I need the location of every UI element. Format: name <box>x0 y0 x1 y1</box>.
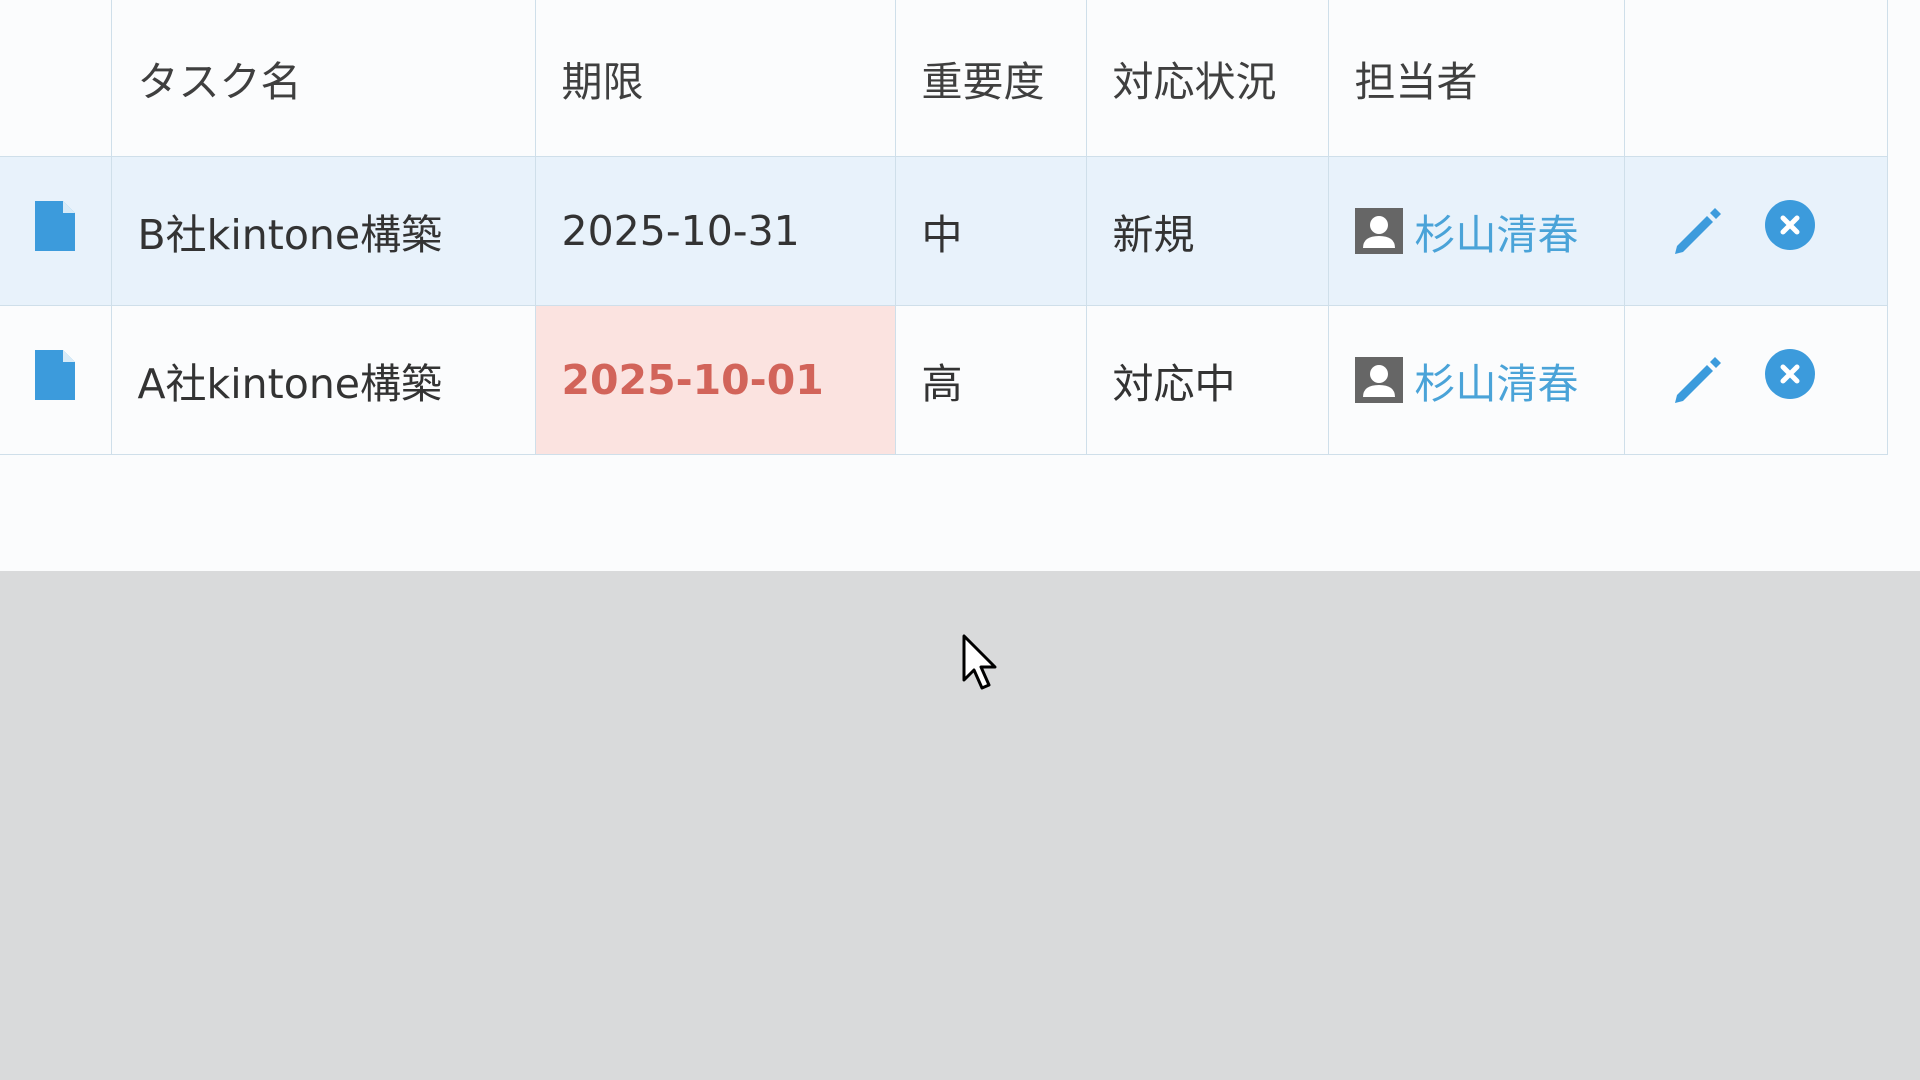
cell-assignee: 杉山清春 <box>1327 305 1625 455</box>
cell-status: 新規 <box>1085 156 1329 306</box>
pencil-icon <box>1674 357 1721 403</box>
cell-deadline: 2025-10-31 <box>534 156 896 306</box>
record-detail-link[interactable] <box>0 305 112 455</box>
header-assignee[interactable]: 担当者 <box>1327 0 1625 157</box>
header-actions-column <box>1623 0 1888 157</box>
delete-button[interactable] <box>1764 200 1815 250</box>
user-avatar-icon <box>1354 357 1403 403</box>
cell-status: 対応中 <box>1085 305 1329 455</box>
close-circle-icon <box>1780 215 1799 235</box>
pencil-icon <box>1674 208 1721 254</box>
deadline-value: 2025-10-01 <box>561 356 824 404</box>
document-icon[interactable] <box>35 201 76 251</box>
header-status[interactable]: 対応状況 <box>1085 0 1329 157</box>
header-deadline[interactable]: 期限 <box>534 0 896 157</box>
cell-importance: 中 <box>894 156 1087 306</box>
record-list-panel: タスク名 期限 重要度 対応状況 担当者 B社kintone構築 2025-10… <box>0 0 1920 571</box>
assignee-link[interactable]: 杉山清春 <box>1415 201 1579 261</box>
close-circle-icon <box>1780 364 1799 384</box>
deadline-value: 2025-10-31 <box>561 207 800 255</box>
cell-actions <box>1623 305 1888 455</box>
user-avatar-icon <box>1354 208 1403 254</box>
cell-task-name: A社kintone構築 <box>110 305 536 455</box>
table-row[interactable]: A社kintone構築 2025-10-01 高 対応中 杉山清春 <box>0 305 1888 455</box>
cell-assignee: 杉山清春 <box>1327 156 1625 306</box>
table-row[interactable]: B社kintone構築 2025-10-31 中 新規 杉山清春 <box>0 156 1888 306</box>
cell-importance: 高 <box>894 305 1087 455</box>
edit-button[interactable] <box>1669 351 1727 409</box>
assignee-link[interactable]: 杉山清春 <box>1415 350 1579 410</box>
delete-button[interactable] <box>1764 349 1815 399</box>
edit-button[interactable] <box>1669 202 1727 260</box>
record-detail-link[interactable] <box>0 156 112 306</box>
table-header-row: タスク名 期限 重要度 対応状況 担当者 <box>0 0 1888 157</box>
document-icon[interactable] <box>35 350 76 400</box>
header-task-name[interactable]: タスク名 <box>110 0 536 157</box>
header-importance[interactable]: 重要度 <box>894 0 1087 157</box>
cell-task-name: B社kintone構築 <box>110 156 536 306</box>
mouse-pointer-icon <box>962 634 997 690</box>
cell-deadline-overdue: 2025-10-01 <box>534 305 896 455</box>
record-table: タスク名 期限 重要度 対応状況 担当者 B社kintone構築 2025-10… <box>0 0 1888 455</box>
header-icon-column <box>0 0 112 157</box>
cell-actions <box>1623 156 1888 306</box>
